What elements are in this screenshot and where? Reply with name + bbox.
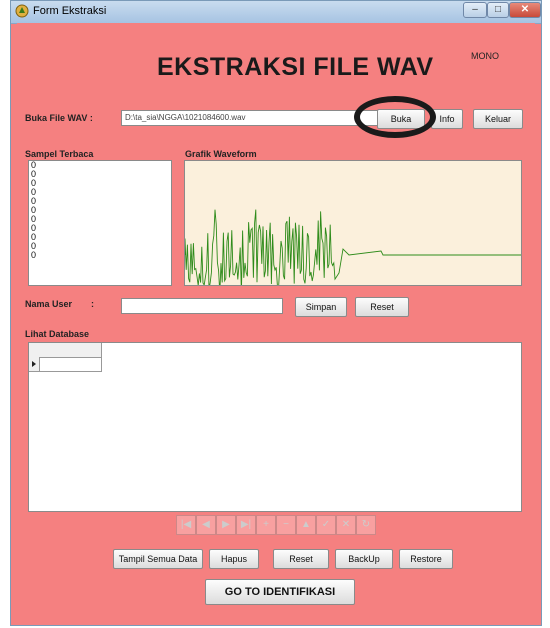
app-icon xyxy=(15,4,29,18)
sample-value: 0 xyxy=(31,160,37,170)
grid-header-cell[interactable] xyxy=(39,343,102,358)
page-title: EKSTRAKSI FILE WAV xyxy=(157,53,434,81)
sample-value: 0 xyxy=(31,196,37,206)
username-label: Nama User xyxy=(25,299,73,309)
sample-value: 0 xyxy=(31,178,37,188)
grid-data-cell[interactable] xyxy=(39,357,102,372)
restore-button[interactable]: Restore xyxy=(399,549,453,569)
samples-listbox[interactable]: 00000000000 xyxy=(28,160,172,286)
post-icon[interactable]: ✓ xyxy=(316,515,336,535)
refresh-icon[interactable]: ↻ xyxy=(356,515,376,535)
samples-label: Sampel Terbaca xyxy=(25,149,94,159)
database-grid[interactable] xyxy=(28,342,522,512)
minimize-icon: – xyxy=(472,4,478,15)
username-colon: : xyxy=(91,299,94,309)
title-bar[interactable]: Form Ekstraksi – □ ✕ xyxy=(11,1,541,24)
waveform-graph xyxy=(184,160,522,286)
sample-value: 0 xyxy=(31,214,37,224)
sample-value: 0 xyxy=(31,250,37,260)
sample-value: 0 xyxy=(31,232,37,242)
insert-icon[interactable]: + xyxy=(256,515,276,535)
samples-list: 00000000000 xyxy=(29,161,171,260)
prior-icon[interactable]: ◀ xyxy=(196,515,216,535)
file-path-field[interactable]: D:\ta_sia\NGGA\1021084600.wav xyxy=(121,110,379,126)
maximize-button[interactable]: □ xyxy=(487,2,509,18)
delete-icon[interactable]: − xyxy=(276,515,296,535)
reset-user-button[interactable]: Reset xyxy=(355,297,409,317)
first-icon[interactable]: |◀ xyxy=(176,515,196,535)
sample-value: 0 xyxy=(31,187,37,197)
minimize-button[interactable]: – xyxy=(463,2,487,18)
database-label: Lihat Database xyxy=(25,329,90,339)
edit-icon[interactable]: ▲ xyxy=(296,515,316,535)
save-button[interactable]: Simpan xyxy=(295,297,347,317)
waveform-svg xyxy=(185,209,521,285)
channel-mode-label: MONO xyxy=(471,51,499,61)
highlight-ring xyxy=(354,96,436,138)
db-navigator: |◀ ◀ ▶ ▶| + − ▲ ✓ ✕ ↻ xyxy=(176,515,376,535)
window-title: Form Ekstraksi xyxy=(33,5,107,17)
waveform-line xyxy=(185,209,521,285)
sample-value: 0 xyxy=(31,205,37,215)
sample-value: 0 xyxy=(31,241,37,251)
close-icon: ✕ xyxy=(520,4,530,15)
maximize-icon: □ xyxy=(494,4,502,15)
sample-value: 0 xyxy=(31,223,37,233)
row-pointer-icon xyxy=(32,361,36,367)
show-all-button[interactable]: Tampil Semua Data xyxy=(113,549,203,569)
cancel-icon[interactable]: ✕ xyxy=(336,515,356,535)
delete-button[interactable]: Hapus xyxy=(209,549,259,569)
username-input[interactable] xyxy=(121,298,283,314)
waveform-label: Grafik Waveform xyxy=(185,149,257,159)
next-icon[interactable]: ▶ xyxy=(216,515,236,535)
backup-button[interactable]: BackUp xyxy=(335,549,393,569)
identify-button[interactable]: GO TO IDENTIFIKASI xyxy=(205,579,355,605)
exit-button[interactable]: Keluar xyxy=(473,109,523,129)
last-icon[interactable]: ▶| xyxy=(236,515,256,535)
sample-value: 0 xyxy=(31,169,37,179)
reset-button[interactable]: Reset xyxy=(273,549,329,569)
open-file-label: Buka File WAV : xyxy=(25,113,93,123)
close-button[interactable]: ✕ xyxy=(509,2,541,18)
